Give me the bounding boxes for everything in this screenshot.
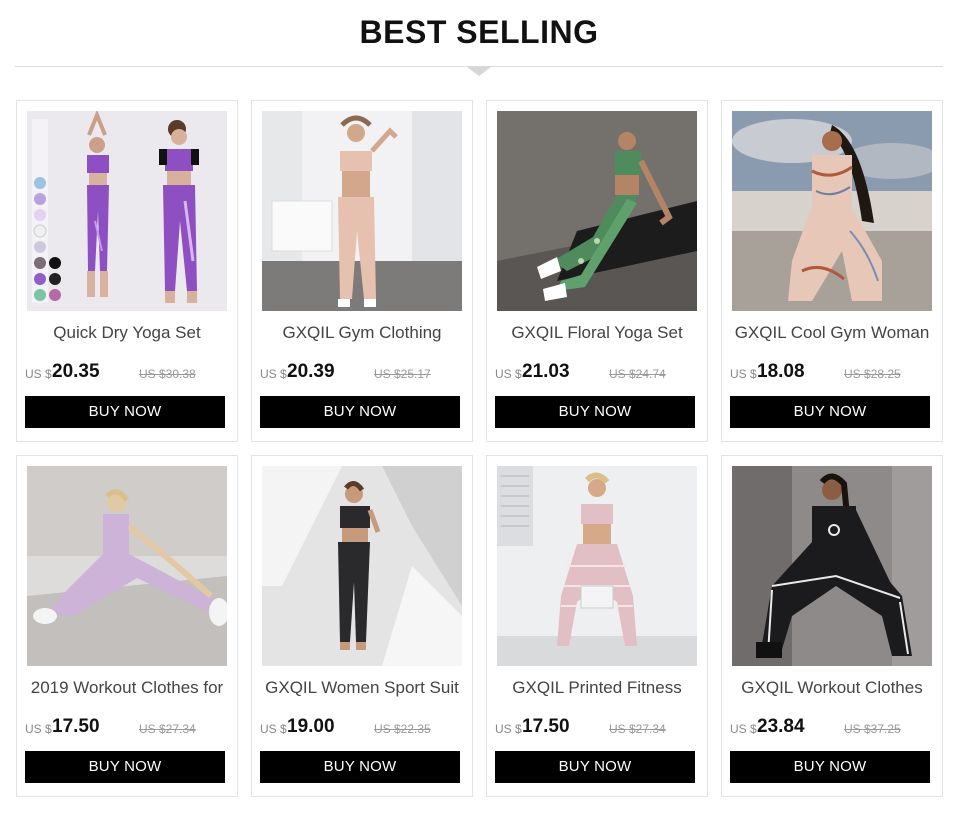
product-name[interactable]: GXQIL Floral Yoga Set bbox=[489, 323, 705, 343]
price-line: US $ 17.50 US $27.34 bbox=[25, 716, 231, 742]
price-line: US $ 18.08 US $28.25 bbox=[730, 361, 936, 387]
purple-yoga-set-image bbox=[27, 111, 227, 311]
price-line: US $ 17.50 US $27.34 bbox=[495, 716, 701, 742]
original-price: US $25.17 bbox=[374, 367, 431, 381]
buy-now-button[interactable]: BUY NOW bbox=[260, 396, 460, 428]
section-header: BEST SELLING bbox=[0, 0, 958, 80]
price-line: US $ 21.03 US $24.74 bbox=[495, 361, 701, 387]
sale-price: 17.50 bbox=[52, 716, 100, 737]
sale-price: 17.50 bbox=[522, 716, 570, 737]
product-name[interactable]: 2019 Workout Clothes for bbox=[19, 678, 235, 698]
original-price: US $27.34 bbox=[609, 722, 666, 736]
price-line: US $ 20.35 US $30.38 bbox=[25, 361, 231, 387]
product-name[interactable]: GXQIL Gym Clothing bbox=[254, 323, 470, 343]
price-currency: US $ bbox=[495, 722, 522, 736]
buy-now-button[interactable]: BUY NOW bbox=[25, 751, 225, 783]
product-photo[interactable] bbox=[27, 466, 227, 666]
floral-yoga-set-image bbox=[497, 111, 697, 311]
product-card[interactable]: GXQIL Printed Fitness US $ 17.50 US $27.… bbox=[486, 455, 708, 797]
product-card[interactable]: Quick Dry Yoga Set US $ 20.35 US $30.38 … bbox=[16, 100, 238, 442]
original-price: US $37.25 bbox=[844, 722, 901, 736]
buy-now-button[interactable]: BUY NOW bbox=[730, 751, 930, 783]
price-currency: US $ bbox=[730, 722, 757, 736]
product-photo[interactable] bbox=[262, 466, 462, 666]
black-zip-suit-image bbox=[732, 466, 932, 666]
original-price: US $27.34 bbox=[139, 722, 196, 736]
price-currency: US $ bbox=[25, 367, 52, 381]
product-grid: Quick Dry Yoga Set US $ 20.35 US $30.38 … bbox=[16, 100, 944, 800]
lilac-workout-set-image bbox=[27, 466, 227, 666]
price-line: US $ 23.84 US $37.25 bbox=[730, 716, 936, 742]
pink-striped-set-image bbox=[497, 466, 697, 666]
product-card[interactable]: GXQIL Gym Clothing US $ 20.39 US $25.17 … bbox=[251, 100, 473, 442]
sale-price: 21.03 bbox=[522, 361, 570, 382]
sale-price: 20.39 bbox=[287, 361, 335, 382]
product-photo[interactable] bbox=[732, 466, 932, 666]
price-currency: US $ bbox=[730, 367, 757, 381]
marble-print-suit-image bbox=[732, 111, 932, 311]
price-currency: US $ bbox=[260, 367, 287, 381]
product-photo[interactable] bbox=[732, 111, 932, 311]
buy-now-button[interactable]: BUY NOW bbox=[260, 751, 460, 783]
price-line: US $ 19.00 US $22.35 bbox=[260, 716, 466, 742]
product-name[interactable]: GXQIL Printed Fitness bbox=[489, 678, 705, 698]
product-card[interactable]: 2019 Workout Clothes for US $ 17.50 US $… bbox=[16, 455, 238, 797]
product-card[interactable]: GXQIL Workout Clothes US $ 23.84 US $37.… bbox=[721, 455, 943, 797]
section-title: BEST SELLING bbox=[359, 14, 599, 50]
buy-now-button[interactable]: BUY NOW bbox=[730, 396, 930, 428]
sale-price: 19.00 bbox=[287, 716, 335, 737]
divider-arrow-icon bbox=[467, 67, 491, 76]
product-photo[interactable] bbox=[497, 466, 697, 666]
product-name[interactable]: Quick Dry Yoga Set bbox=[19, 323, 235, 343]
buy-now-button[interactable]: BUY NOW bbox=[495, 396, 695, 428]
product-photo[interactable] bbox=[27, 111, 227, 311]
price-currency: US $ bbox=[25, 722, 52, 736]
sale-price: 23.84 bbox=[757, 716, 805, 737]
product-name[interactable]: GXQIL Women Sport Suit bbox=[254, 678, 470, 698]
price-currency: US $ bbox=[495, 367, 522, 381]
product-card[interactable]: GXQIL Cool Gym Woman US $ 18.08 US $28.2… bbox=[721, 100, 943, 442]
sale-price: 20.35 bbox=[52, 361, 100, 382]
buy-now-button[interactable]: BUY NOW bbox=[495, 751, 695, 783]
buy-now-button[interactable]: BUY NOW bbox=[25, 396, 225, 428]
price-line: US $ 20.39 US $25.17 bbox=[260, 361, 466, 387]
black-sport-suit-image bbox=[262, 466, 462, 666]
original-price: US $30.38 bbox=[139, 367, 196, 381]
price-currency: US $ bbox=[260, 722, 287, 736]
product-card[interactable]: GXQIL Women Sport Suit US $ 19.00 US $22… bbox=[251, 455, 473, 797]
product-name[interactable]: GXQIL Workout Clothes bbox=[724, 678, 940, 698]
product-card[interactable]: GXQIL Floral Yoga Set US $ 21.03 US $24.… bbox=[486, 100, 708, 442]
original-price: US $28.25 bbox=[844, 367, 901, 381]
sale-price: 18.08 bbox=[757, 361, 805, 382]
product-name[interactable]: GXQIL Cool Gym Woman bbox=[724, 323, 940, 343]
original-price: US $22.35 bbox=[374, 722, 431, 736]
beige-gym-set-image bbox=[262, 111, 462, 311]
original-price: US $24.74 bbox=[609, 367, 666, 381]
product-photo[interactable] bbox=[262, 111, 462, 311]
product-photo[interactable] bbox=[497, 111, 697, 311]
